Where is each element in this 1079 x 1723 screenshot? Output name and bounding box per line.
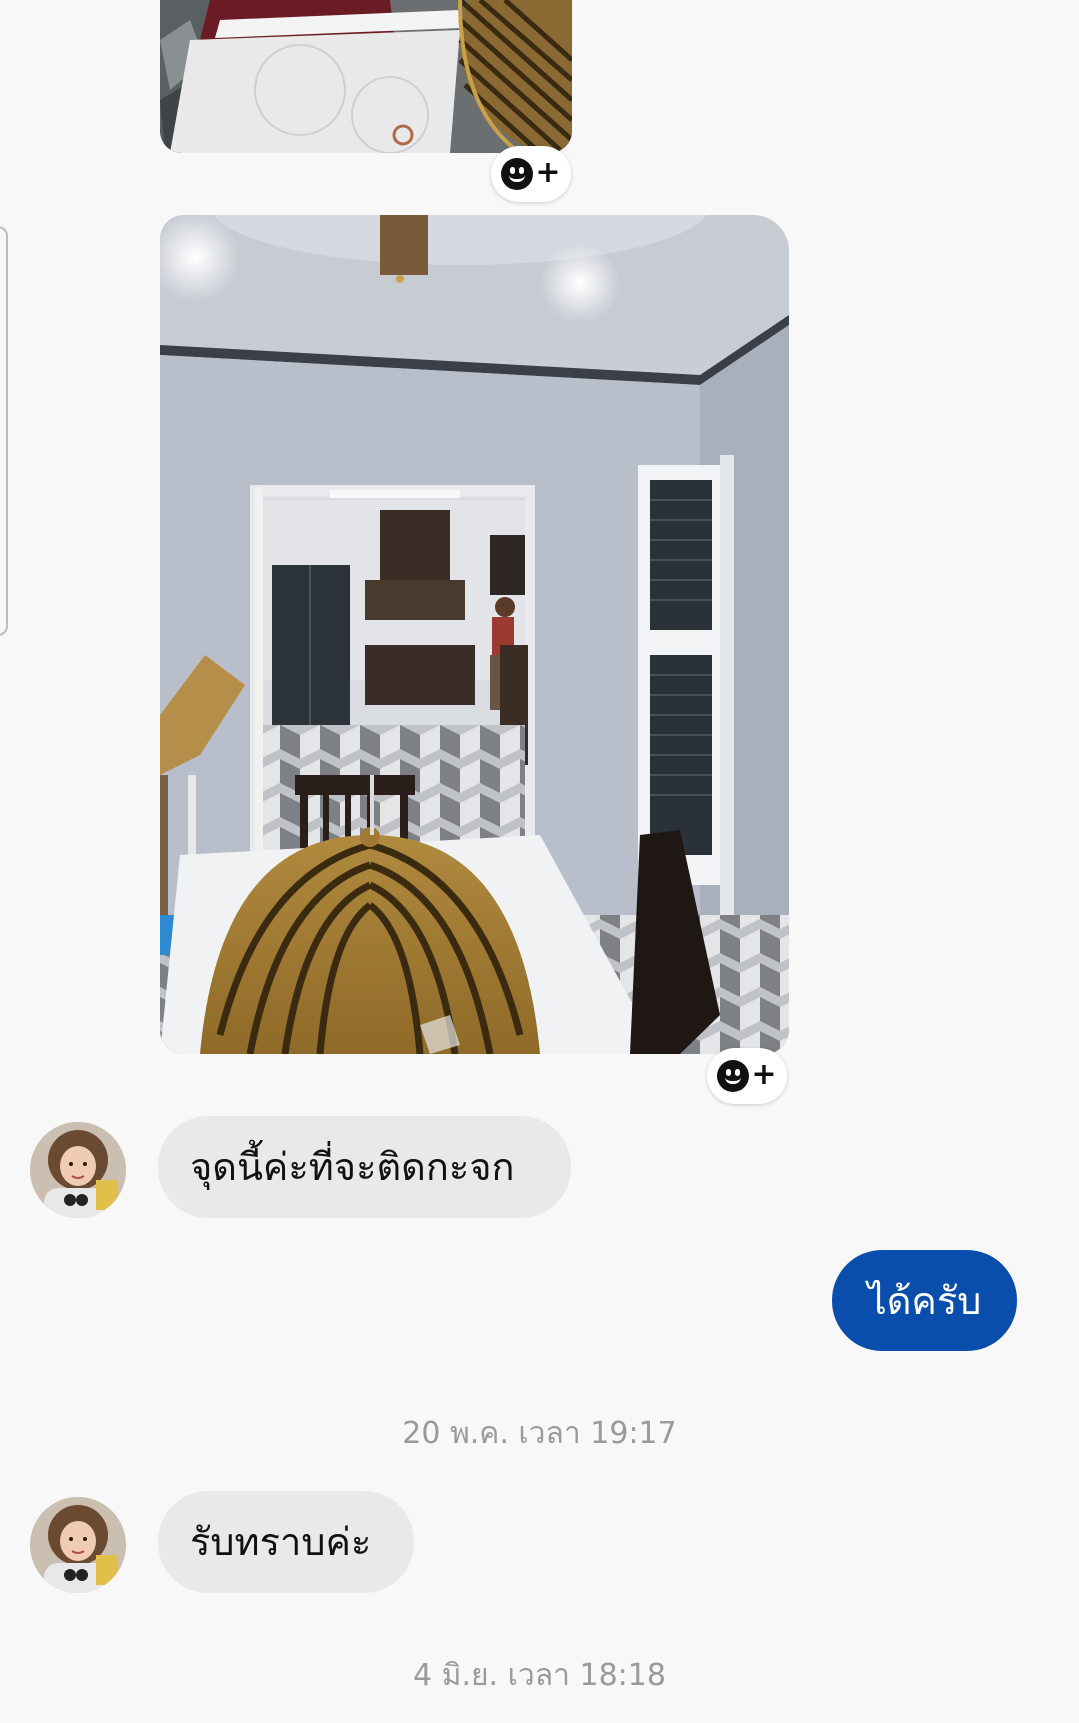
- message-photo[interactable]: [160, 0, 572, 153]
- chat-screen: + + จุดนี้ค่ะที่จะติดกะจก ได้ครับ 20 พ.ค…: [0, 0, 1079, 1723]
- avatar-photo: [30, 1122, 126, 1218]
- avatar-photo: [30, 1497, 126, 1593]
- message-text: รับทราบค่ะ: [190, 1520, 372, 1564]
- message-text: ได้ครับ: [867, 1278, 982, 1323]
- contact-avatar[interactable]: [30, 1122, 126, 1218]
- message-timestamp: 4 มิ.ย. เวลา 18:18: [413, 1658, 666, 1693]
- message-timestamp: 20 พ.ค. เวลา 19:17: [402, 1416, 677, 1451]
- plus-icon: +: [751, 1057, 777, 1092]
- add-reaction-button[interactable]: +: [707, 1048, 787, 1104]
- add-reaction-button[interactable]: +: [491, 146, 571, 202]
- incoming-message-bubble[interactable]: จุดนี้ค่ะที่จะติดกะจก: [158, 1116, 571, 1218]
- incoming-message-bubble[interactable]: รับทราบค่ะ: [158, 1491, 414, 1593]
- photo-dining-table-closeup: [160, 0, 572, 153]
- edge-panel-handle[interactable]: [0, 226, 8, 636]
- message-photo[interactable]: [160, 215, 789, 1054]
- smiley-icon: [717, 1060, 750, 1092]
- smiley-icon: [501, 158, 534, 190]
- contact-avatar[interactable]: [30, 1497, 126, 1593]
- outgoing-message-bubble[interactable]: ได้ครับ: [832, 1250, 1017, 1351]
- plus-icon: +: [535, 155, 561, 190]
- message-text: จุดนี้ค่ะที่จะติดกะจก: [190, 1145, 515, 1189]
- photo-dining-room-kitchen: [160, 215, 789, 1054]
